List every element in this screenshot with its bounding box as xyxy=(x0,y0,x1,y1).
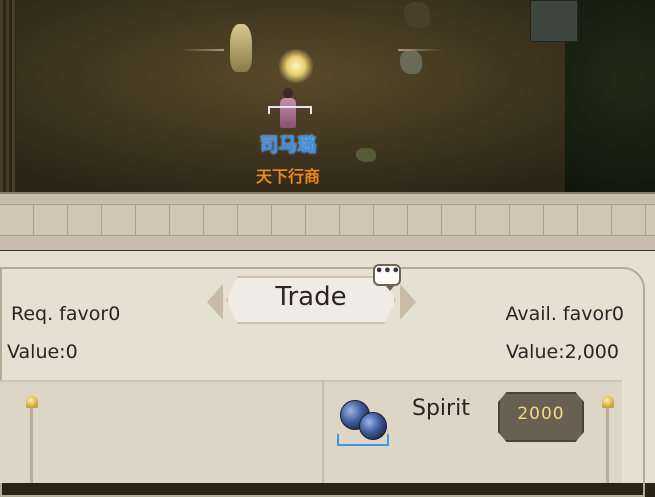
columns-top-line xyxy=(0,380,622,382)
npc-name-label: 司马璐 xyxy=(259,134,317,156)
tree-stump xyxy=(404,2,430,28)
left-scroll-knob[interactable] xyxy=(26,396,38,408)
item-name: Spirit xyxy=(412,396,470,421)
left-wall xyxy=(0,0,16,192)
blueberry-icon[interactable] xyxy=(337,396,389,446)
target-marker xyxy=(268,106,312,130)
building-door xyxy=(530,0,578,42)
column-divider xyxy=(322,381,324,483)
pet-monkey[interactable] xyxy=(230,24,252,72)
title-ornament-right xyxy=(400,284,416,320)
title-ornament-left xyxy=(207,284,223,320)
sparkle-effect xyxy=(278,48,314,84)
panel-title: Trade xyxy=(275,282,347,312)
npc-head xyxy=(283,88,293,98)
chat-icon[interactable]: ••• xyxy=(373,264,401,291)
value-right-label: Value:2,000 xyxy=(506,341,619,363)
right-scrollbar[interactable] xyxy=(606,404,609,483)
title-rail-right xyxy=(398,49,442,51)
value-left-label: Value:0 xyxy=(7,341,78,363)
left-scrollbar[interactable] xyxy=(30,404,33,483)
tree-foliage xyxy=(565,0,655,192)
chat-icon-glyph: ••• xyxy=(375,264,400,279)
rock xyxy=(400,50,422,74)
grass-tuft xyxy=(356,148,376,162)
item-selection-frame xyxy=(337,434,389,446)
req-favor-label: Req. favor0 xyxy=(11,303,121,325)
avail-favor-label: Avail. favor0 xyxy=(505,303,624,325)
npc-title-label: 天下行商 xyxy=(255,167,320,186)
item-price: 2000 xyxy=(517,404,565,424)
game-scene[interactable]: 司马璐 天下行商 xyxy=(0,0,655,192)
right-scroll-knob[interactable] xyxy=(602,396,614,408)
decorative-tiles xyxy=(0,204,655,236)
title-rail-left xyxy=(180,49,224,51)
panel-top-border xyxy=(0,192,655,253)
